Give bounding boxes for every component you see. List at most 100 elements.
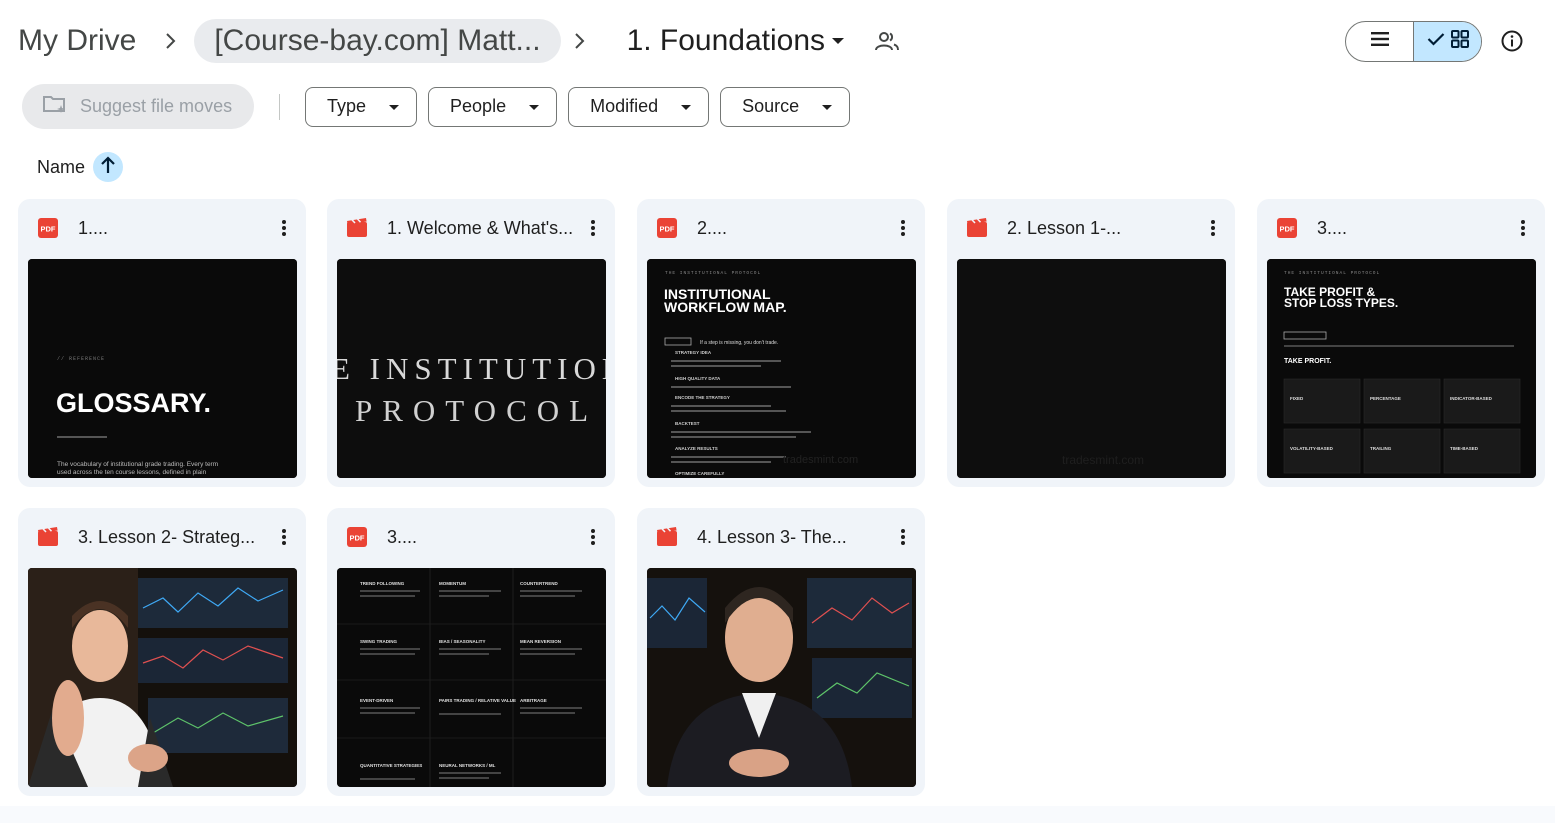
file-name: 2. Lesson 1-... [1007, 217, 1122, 238]
filter-divider [279, 93, 280, 120]
list-view-button[interactable] [1346, 22, 1414, 61]
filter-bar: Suggest file moves Type People Modified … [22, 84, 861, 129]
file-card[interactable]: PDF 3.... THE INSTITUTIONAL PROTOCOL TAK… [1257, 199, 1545, 487]
info-button[interactable] [1496, 27, 1528, 59]
breadcrumb-parent-folder[interactable]: [Course-bay.com] Matt... [194, 19, 561, 63]
video-icon [37, 526, 59, 548]
thumb-body-line: The vocabulary of institutional grade tr… [57, 461, 218, 468]
file-name: 4. Lesson 3- The... [697, 526, 847, 547]
svg-text:PDF: PDF [660, 225, 675, 234]
chevron-right-icon [158, 32, 182, 50]
thumb-cell: PAIRS TRADING / RELATIVE VALUE [439, 698, 516, 703]
file-thumbnail: TREND FOLLOWING MOMENTUM COUNTERTREND SW… [337, 568, 606, 787]
thumb-step: HIGH QUALITY DATA [675, 376, 721, 381]
thumb-title: GLOSSARY. [56, 388, 211, 418]
file-name: 3.... [1317, 217, 1348, 238]
arrow-up-icon [100, 155, 116, 179]
thumb-cell: QUANTITATIVE STRATEGIES [360, 763, 422, 768]
thumb-step: ANALYZE RESULTS [675, 446, 718, 451]
thumb-cell: NEURAL NETWORKS / ML [439, 763, 496, 768]
thumb-cell: FIXED [1290, 396, 1304, 401]
thumb-title-line: STOP LOSS TYPES. [1284, 296, 1398, 310]
people-icon[interactable] [875, 30, 900, 52]
thumb-cell: MOMENTUM [439, 581, 466, 586]
file-card[interactable]: 1. Welcome & What's... E INSTITUTION PRO… [327, 199, 615, 487]
thumb-cell: TREND FOLLOWING [360, 581, 405, 586]
file-card[interactable]: 4. Lesson 3- The... [637, 508, 925, 796]
more-vert-icon[interactable] [893, 219, 913, 237]
thumb-cell: TIME-BASED [1450, 446, 1479, 451]
caret-down-icon [831, 36, 845, 46]
thumb-watermark: tradesmint.com [783, 454, 858, 466]
filter-chip-label: Source [742, 96, 800, 116]
file-card[interactable]: PDF 2.... THE INSTITUTIONAL PROTOCOL INS… [637, 199, 925, 487]
more-vert-icon[interactable] [274, 528, 294, 546]
filter-chip-source[interactable]: Source [720, 86, 851, 127]
thumb-title-line: E INSTITUTION [337, 351, 606, 386]
file-thumbnail: E INSTITUTION PROTOCOL [337, 259, 606, 478]
caret-down-icon [821, 96, 833, 117]
more-vert-icon[interactable] [583, 528, 603, 546]
pdf-icon: PDF [346, 526, 368, 548]
file-thumbnail [28, 568, 297, 787]
video-icon [346, 217, 368, 239]
file-thumbnail: THE INSTITUTIONAL PROTOCOL INSTITUTIONAL… [647, 259, 916, 478]
folder-sparkle-icon [42, 93, 68, 120]
file-thumbnail: THE INSTITUTIONAL PROTOCOL TAKE PROFIT &… [1267, 259, 1536, 478]
more-vert-icon[interactable] [1203, 219, 1223, 237]
thumb-step: STRATEGY IDEA [675, 350, 712, 355]
file-card[interactable]: 3. Lesson 2- Strateg... [18, 508, 306, 796]
video-icon [656, 526, 678, 548]
svg-text:PDF: PDF [41, 225, 56, 234]
file-card[interactable]: PDF 1.... // REFERENCE GLOSSARY. The voc… [18, 199, 306, 487]
filter-chip-type[interactable]: Type [305, 86, 418, 127]
thumb-section: TAKE PROFIT. [1284, 358, 1331, 365]
file-name: 1.... [78, 217, 109, 238]
video-icon [966, 217, 988, 239]
breadcrumb-my-drive[interactable]: My Drive [0, 19, 152, 63]
filter-chip-label: People [450, 96, 507, 116]
thumb-body-line: used across the ten course lessons, defi… [57, 469, 207, 476]
thumb-cell: BIAS / SEASONALITY [439, 639, 486, 644]
grid-view-button[interactable] [1414, 22, 1481, 61]
thumb-tag: // REFERENCE [57, 356, 105, 362]
thumb-cell: EVENT-DRIVEN [360, 698, 393, 703]
caret-down-icon [388, 96, 400, 117]
footer-strip [0, 806, 1555, 823]
thumb-header: THE INSTITUTIONAL PROTOCOL [1284, 270, 1380, 276]
thumb-cell: VOLATILITY-BASED [1290, 446, 1334, 451]
file-thumbnail [647, 568, 916, 787]
thumb-cell: TRAILING [1370, 446, 1392, 451]
thumb-cell: MEAN REVERSION [520, 639, 561, 644]
sort-by-name-label[interactable]: Name [37, 157, 85, 178]
file-name: 3. Lesson 2- Strateg... [78, 526, 256, 547]
check-icon [1427, 32, 1445, 51]
caret-down-icon [528, 96, 540, 117]
sort-direction-button[interactable] [93, 152, 124, 182]
thumb-cell: SWING TRADING [360, 639, 397, 644]
filter-chip-modified[interactable]: Modified [568, 86, 710, 127]
current-folder-label: 1. Foundations [626, 24, 826, 57]
suggest-file-moves-label: Suggest file moves [80, 96, 233, 116]
breadcrumb-current-folder[interactable]: 1. Foundations [609, 19, 905, 63]
caret-down-icon [680, 96, 692, 117]
thumb-step: ENCODE THE STRATEGY [675, 395, 730, 400]
pdf-icon: PDF [37, 217, 59, 239]
thumb-cell: INDICATOR-BASED [1450, 396, 1493, 401]
file-card[interactable]: PDF 3.... TREND FOLLOWING MOMENTUM COUNT… [327, 508, 615, 796]
suggest-file-moves-button[interactable]: Suggest file moves [22, 84, 254, 129]
thumb-cell: ARBITRAGE [520, 698, 547, 703]
file-name: 1. Welcome & What's... [387, 217, 574, 238]
filter-chip-people[interactable]: People [428, 86, 558, 127]
thumb-cell: PERCENTAGE [1370, 396, 1401, 401]
thumb-title-line: PROTOCOL [355, 393, 598, 428]
file-card[interactable]: 2. Lesson 1-... tradesmint.com [947, 199, 1235, 487]
file-name: 2.... [697, 217, 728, 238]
more-vert-icon[interactable] [583, 219, 603, 237]
more-vert-icon[interactable] [274, 219, 294, 237]
svg-text:PDF: PDF [350, 534, 365, 543]
pdf-icon: PDF [1276, 217, 1298, 239]
more-vert-icon[interactable] [893, 528, 913, 546]
filter-chip-label: Modified [590, 96, 659, 116]
more-vert-icon[interactable] [1513, 219, 1533, 237]
